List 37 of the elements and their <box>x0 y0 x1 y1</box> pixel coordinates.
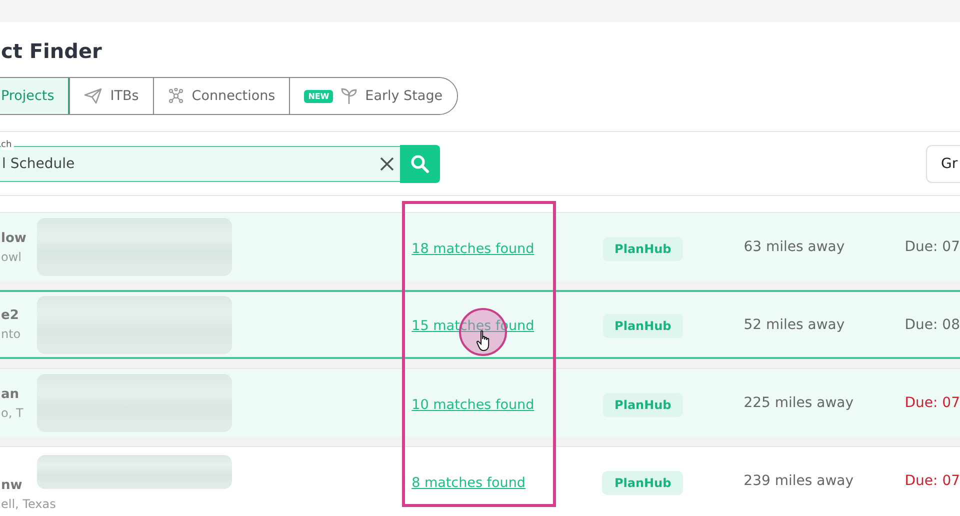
project-location: ell, Texas <box>1 496 57 510</box>
result-row[interactable]: an o, T 10 matches found PlanHub 225 miles away Due: 07 <box>0 368 960 437</box>
result-row[interactable]: nw ell, Texas 8 matches found PlanHub 239 miles away Due: 07 <box>0 446 960 515</box>
due-date: Due: 07 <box>904 239 960 255</box>
search-value: l Schedule <box>2 156 76 172</box>
page-title: ct Finder <box>0 38 103 64</box>
field-label: ch <box>1 140 14 150</box>
due-date: Due: 08 <box>904 316 960 332</box>
project-location: o, T <box>1 406 24 420</box>
due-date: Due: 07 <box>904 395 960 411</box>
search-field[interactable]: l Schedule <box>0 146 400 182</box>
paper-plane-icon <box>84 88 102 104</box>
source-tag: PlanHub <box>602 392 684 416</box>
result-row[interactable]: low owl 18 matches found PlanHub 63 miles away Due: 07 <box>0 212 960 281</box>
project-location: owl <box>1 250 22 264</box>
distance-text: 52 miles away <box>744 316 846 332</box>
toolbar-button[interactable]: Gr <box>926 145 960 183</box>
project-name: nw <box>1 478 24 492</box>
distance-text: 63 miles away <box>744 239 846 255</box>
project-name: low <box>1 230 28 246</box>
tab[interactable]: NEW Early Stage <box>289 78 457 114</box>
tab[interactable]: Projects <box>0 78 70 114</box>
due-date: Due: 07 <box>904 473 960 489</box>
source-tag: PlanHub <box>602 236 684 260</box>
project-name: e2 <box>1 308 20 323</box>
source-tag: PlanHub <box>602 314 684 338</box>
project-location: nto <box>1 327 22 341</box>
distance-text: 225 miles away <box>744 395 855 411</box>
project-name: an <box>1 386 20 402</box>
distance-text: 239 miles away <box>744 473 855 489</box>
hand-cursor-icon <box>476 330 492 352</box>
network-icon <box>168 88 184 104</box>
source-tag: PlanHub <box>602 470 684 494</box>
close-icon[interactable] <box>380 157 394 171</box>
search-icon <box>410 154 430 174</box>
new-badge: NEW <box>304 90 334 102</box>
sprout-icon <box>341 87 358 105</box>
